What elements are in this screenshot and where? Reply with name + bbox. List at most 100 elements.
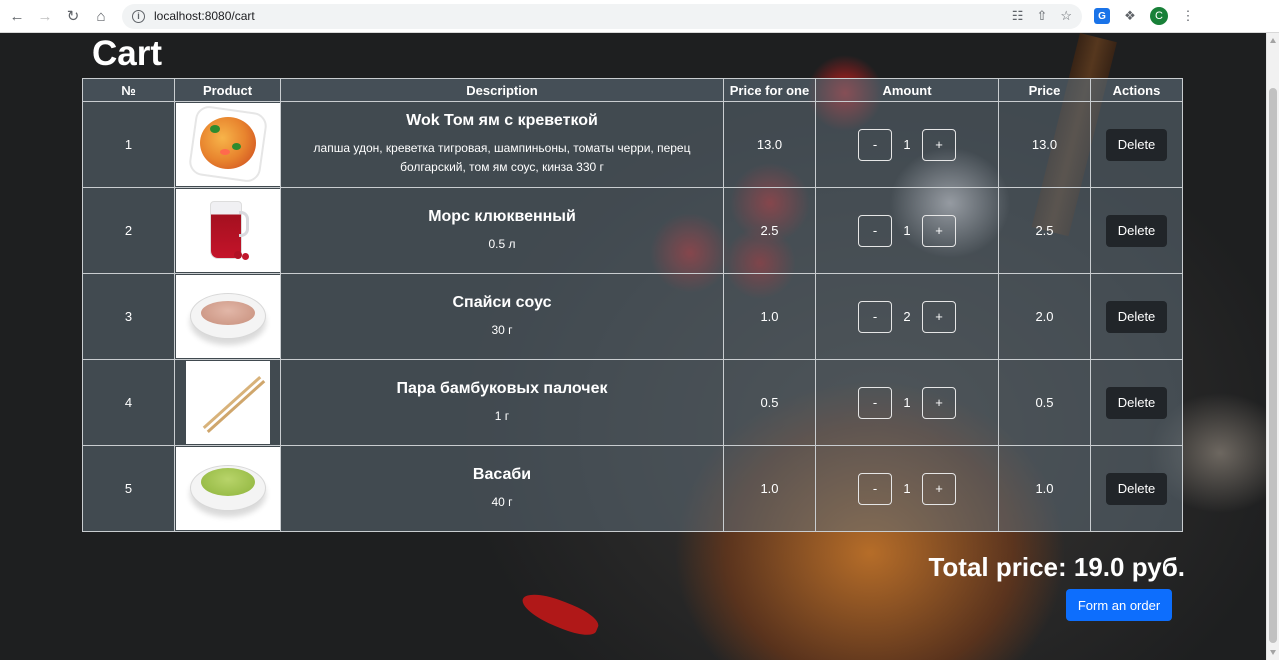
delete-button[interactable]: Delete (1106, 472, 1167, 505)
product-name: Спайси соус (452, 293, 552, 311)
quantity-value: 1 (903, 137, 911, 152)
description-cell: Спайси соус 30 г (280, 273, 724, 360)
product-name: Пара бамбуковых палочек (396, 379, 608, 397)
product-name: Морс клюквенный (428, 207, 576, 225)
address-bar[interactable]: i localhost:8080/cart ☷ ⇧ ☆ (122, 3, 1082, 29)
reload-icon[interactable]: ↻ (60, 3, 86, 29)
scroll-up-icon[interactable] (1270, 38, 1276, 43)
decrease-quantity-button[interactable]: - (858, 214, 892, 247)
quantity-value: 1 (903, 395, 911, 410)
table-row: 4 Пара бамбуковых палочек 1 г 0.5 - 1 + … (82, 359, 1183, 446)
line-price: 1.0 (998, 445, 1091, 532)
price-for-one: 2.5 (723, 187, 816, 274)
scroll-down-icon[interactable] (1270, 650, 1276, 655)
line-price: 13.0 (998, 101, 1091, 188)
spicy-sauce-bowl-image (176, 275, 280, 358)
decrease-quantity-button[interactable]: - (858, 300, 892, 333)
form-order-button[interactable]: Form an order (1066, 589, 1172, 621)
row-number: 5 (82, 445, 175, 532)
delete-button[interactable]: Delete (1106, 128, 1167, 161)
forward-arrow-icon[interactable]: → (32, 3, 58, 29)
cranberry-juice-jug-image (176, 189, 280, 272)
product-image-cell (174, 273, 281, 360)
scrollbar-thumb[interactable] (1269, 88, 1277, 643)
back-arrow-icon[interactable]: ← (4, 3, 30, 29)
header-actions: Actions (1090, 78, 1183, 102)
quantity-value: 1 (903, 481, 911, 496)
extensions-puzzle-icon[interactable]: ❖ (1122, 8, 1138, 24)
amount-cell: - 1 + (815, 187, 999, 274)
line-price: 2.5 (998, 187, 1091, 274)
line-price: 0.5 (998, 359, 1091, 446)
product-image-cell (174, 101, 281, 188)
actions-cell: Delete (1090, 187, 1183, 274)
home-icon[interactable]: ⌂ (88, 3, 114, 29)
wasabi-bowl-image (176, 447, 280, 530)
product-description: 0.5 л (488, 236, 516, 251)
product-image-cell (174, 359, 281, 446)
description-cell: Пара бамбуковых палочек 1 г (280, 359, 724, 446)
product-image-cell (174, 187, 281, 274)
description-cell: Wok Том ям с креветкой лапша удон, креве… (280, 101, 724, 188)
actions-cell: Delete (1090, 445, 1183, 532)
price-for-one: 13.0 (723, 101, 816, 188)
site-info-icon[interactable]: i (132, 9, 145, 23)
increase-quantity-button[interactable]: + (922, 128, 956, 161)
header-price-for-one: Price for one (723, 78, 816, 102)
browser-menu-icon[interactable]: ⋮ (1180, 8, 1196, 24)
translate-page-icon[interactable]: ☷ (1012, 8, 1024, 24)
description-cell: Морс клюквенный 0.5 л (280, 187, 724, 274)
delete-button[interactable]: Delete (1106, 300, 1167, 333)
price-for-one: 1.0 (723, 273, 816, 360)
total-price: Total price: 19.0 руб. (928, 552, 1185, 582)
product-name: Wok Том ям с креветкой (406, 112, 598, 129)
bookmark-star-icon[interactable]: ☆ (1060, 8, 1072, 24)
increase-quantity-button[interactable]: + (922, 300, 956, 333)
row-number: 1 (82, 101, 175, 188)
actions-cell: Delete (1090, 359, 1183, 446)
decrease-quantity-button[interactable]: - (858, 472, 892, 505)
quantity-value: 2 (903, 309, 911, 324)
increase-quantity-button[interactable]: + (922, 472, 956, 505)
quantity-value: 1 (903, 223, 911, 238)
bamboo-chopsticks-image (185, 361, 270, 444)
increase-quantity-button[interactable]: + (922, 386, 956, 419)
header-amount: Amount (815, 78, 999, 102)
decrease-quantity-button[interactable]: - (858, 386, 892, 419)
google-translate-extension-icon[interactable]: G (1094, 8, 1110, 24)
actions-cell: Delete (1090, 101, 1183, 188)
row-number: 2 (82, 187, 175, 274)
table-row: 2 Морс клюквенный 0.5 л 2.5 - 1 + 2.5 De… (82, 187, 1183, 274)
amount-cell: - 1 + (815, 445, 999, 532)
wok-noodles-image (176, 103, 280, 186)
delete-button[interactable]: Delete (1106, 386, 1167, 419)
decrease-quantity-button[interactable]: - (858, 128, 892, 161)
share-icon[interactable]: ⇧ (1036, 8, 1047, 24)
chili-pepper-decoration (518, 586, 602, 642)
table-row: 1 Wok Том ям с креветкой лапша удон, кре… (82, 101, 1183, 188)
increase-quantity-button[interactable]: + (922, 214, 956, 247)
description-cell: Васаби 40 г (280, 445, 724, 532)
amount-cell: - 2 + (815, 273, 999, 360)
product-image-cell (174, 445, 281, 532)
price-for-one: 1.0 (723, 445, 816, 532)
page-scrollbar[interactable] (1266, 33, 1279, 660)
price-for-one: 0.5 (723, 359, 816, 446)
header-product: Product (174, 78, 281, 102)
cart-table: № Product Description Price for one Amou… (82, 78, 1183, 532)
actions-cell: Delete (1090, 273, 1183, 360)
header-number: № (82, 78, 175, 102)
header-price: Price (998, 78, 1091, 102)
address-url[interactable]: localhost:8080/cart (154, 9, 255, 23)
table-row: 5 Васаби 40 г 1.0 - 1 + 1.0 Delete (82, 445, 1183, 532)
amount-cell: - 1 + (815, 359, 999, 446)
profile-avatar[interactable]: C (1150, 7, 1168, 25)
product-description: 30 г (491, 322, 513, 337)
product-name: Васаби (472, 465, 532, 483)
row-number: 3 (82, 273, 175, 360)
table-header-row: № Product Description Price for one Amou… (82, 78, 1183, 102)
amount-cell: - 1 + (815, 101, 999, 188)
product-description: 1 г (494, 408, 510, 423)
delete-button[interactable]: Delete (1106, 214, 1167, 247)
table-row: 3 Спайси соус 30 г 1.0 - 2 + 2.0 Delete (82, 273, 1183, 360)
